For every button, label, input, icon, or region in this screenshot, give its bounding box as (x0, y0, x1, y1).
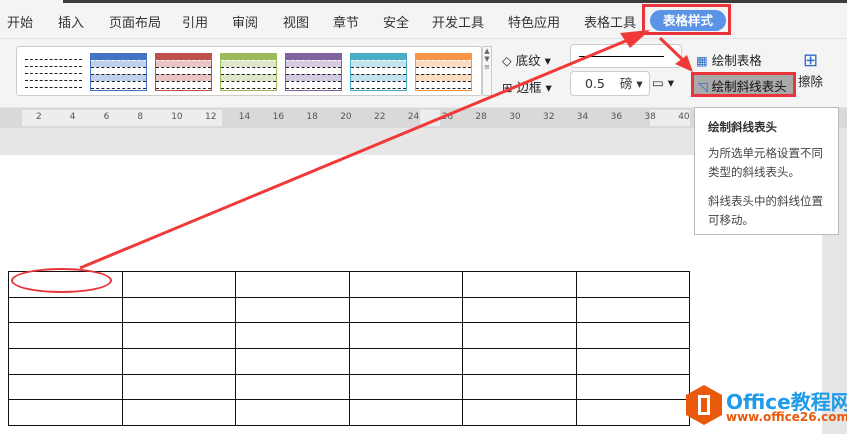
tooltip: 绘制斜线表头 为所选单元格设置不同类型的斜线表头。 斜线表头中的斜线位置可移动。 (694, 107, 839, 235)
tooltip-title: 绘制斜线表头 (708, 120, 777, 134)
tooltip-text-2: 斜线表头中的斜线位置可移动。 (708, 194, 823, 227)
office-logo-icon (686, 385, 722, 425)
tooltip-text-1: 为所选单元格设置不同类型的斜线表头。 (708, 146, 823, 179)
watermark-url: www.office26.com (726, 410, 847, 424)
